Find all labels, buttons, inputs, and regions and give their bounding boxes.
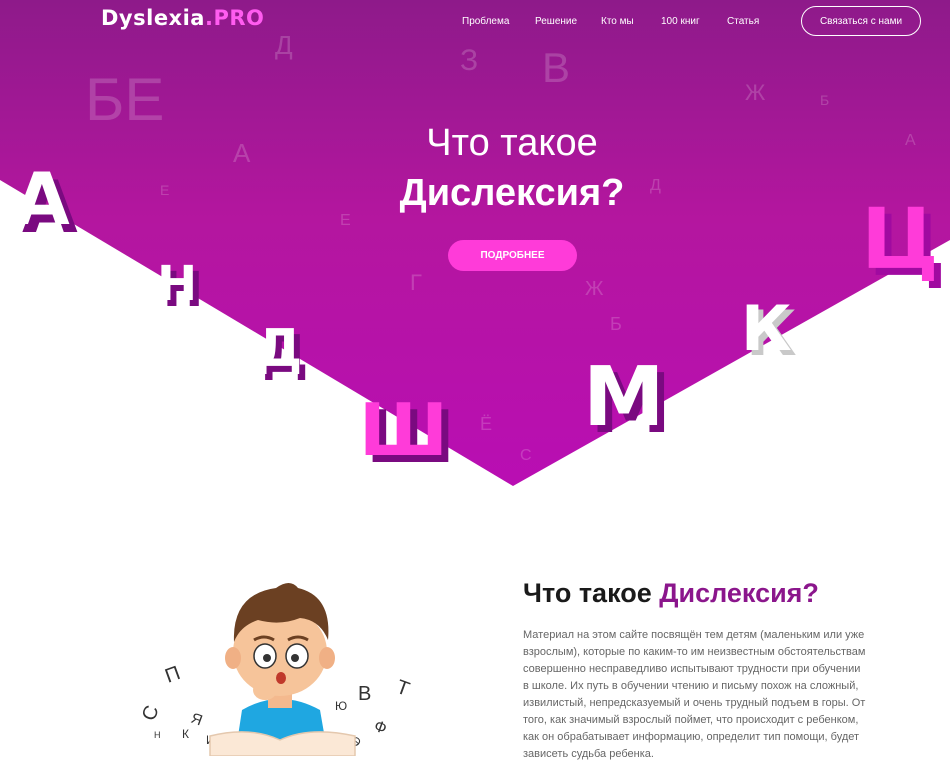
floating-letter: К	[182, 727, 189, 741]
bg-letter: Г	[410, 270, 422, 295]
bg-letter: Д	[275, 30, 293, 60]
floating-letter: С	[140, 703, 164, 724]
contact-button[interactable]: Связаться с нами	[801, 6, 921, 36]
bg-letter: Б	[610, 314, 622, 334]
floating-letter: Ф	[372, 718, 389, 738]
section-title: Что такое Дислексия?	[523, 578, 819, 609]
hero-3d-letter: Н	[157, 256, 197, 312]
floating-letter: Ю	[335, 699, 347, 713]
hero-3d-letter: Ш	[359, 388, 448, 472]
more-button[interactable]: ПОДРОБНЕЕ	[448, 240, 577, 271]
nav-item-article[interactable]: Статья	[727, 16, 759, 27]
hero-3d-letter: Д	[256, 319, 302, 379]
hero-section: БЕ В З Д Ж А Г Ж Ё Е Д Б А Б С Е А А Н Н…	[0, 0, 950, 490]
bg-letter: В	[542, 44, 570, 91]
hero-title-line1: Что такое	[426, 122, 598, 164]
floating-letter: П	[162, 662, 183, 688]
bg-letter: З	[460, 44, 478, 77]
floating-letter: В	[358, 683, 371, 705]
floating-letter: Я	[189, 710, 205, 730]
section-title-prefix: Что такое	[523, 578, 660, 608]
nav-item-100-books[interactable]: 100 книг	[661, 16, 700, 27]
hero-3d-letter: М	[583, 350, 665, 445]
bg-letter: Ж	[745, 80, 766, 105]
nav-item-solution[interactable]: Решение	[535, 16, 577, 27]
bg-letter: Ж	[585, 278, 604, 300]
section-body-text: Материал на этом сайте посвящён тем детя…	[523, 629, 866, 760]
boy-reading-illustration: П С Я К И Н Ю В Т Э Ф	[138, 570, 430, 757]
floating-letter: Т	[393, 676, 412, 701]
nav-item-about-us[interactable]: Кто мы	[601, 16, 634, 27]
section-title-accent: Дислексия?	[659, 578, 819, 608]
bg-letter: С	[520, 447, 532, 464]
floating-letter: Н	[154, 730, 161, 740]
hero-3d-letter: К	[741, 292, 792, 365]
hero-title-line2: Дислексия?	[399, 172, 625, 214]
bg-letter: Б	[820, 92, 829, 108]
bg-letter: Ё	[480, 414, 492, 434]
nav-item-problem[interactable]: Проблема	[462, 16, 509, 27]
